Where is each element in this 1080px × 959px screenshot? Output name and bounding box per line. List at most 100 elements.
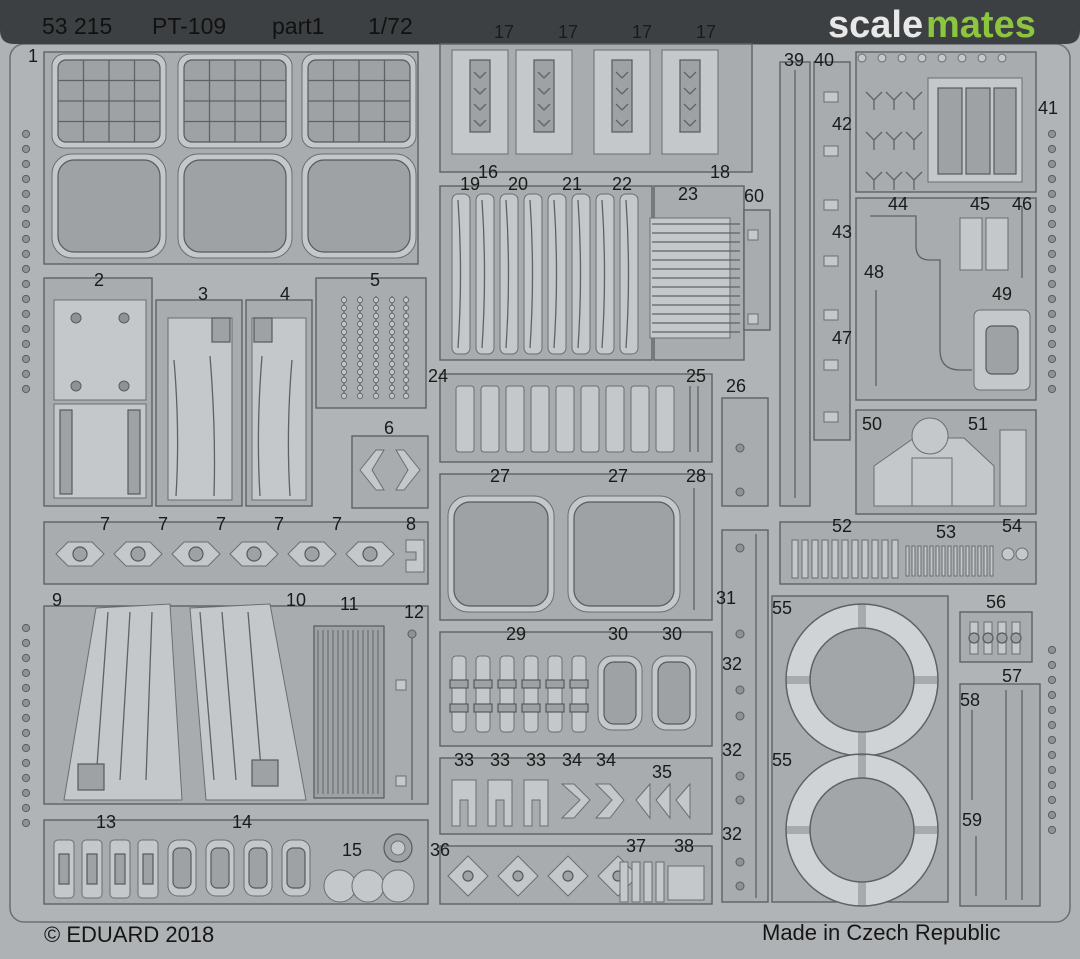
label-7c: 7 bbox=[216, 514, 226, 534]
part-55-life-rings bbox=[771, 595, 949, 907]
label-9: 9 bbox=[52, 590, 62, 610]
label-1: 1 bbox=[28, 46, 38, 66]
part-19-22-ribs bbox=[439, 185, 653, 361]
part-17-clips bbox=[439, 43, 753, 173]
part-13-14-15 bbox=[43, 819, 429, 905]
label-24: 24 bbox=[428, 366, 448, 386]
label-3: 3 bbox=[198, 284, 208, 304]
label-14: 14 bbox=[232, 812, 252, 832]
label-17c: 17 bbox=[632, 22, 652, 42]
label-38: 38 bbox=[674, 836, 694, 856]
part-36-38 bbox=[439, 845, 713, 905]
label-52: 52 bbox=[832, 516, 852, 536]
label-10: 10 bbox=[286, 590, 306, 610]
part-31-32-column bbox=[721, 529, 769, 903]
part-2-hatch bbox=[43, 277, 153, 507]
part-1-window-frames bbox=[43, 51, 419, 265]
label-60: 60 bbox=[744, 186, 764, 206]
label-7d: 7 bbox=[274, 514, 284, 534]
label-42: 42 bbox=[832, 114, 852, 134]
label-44: 44 bbox=[888, 194, 908, 214]
label-35: 35 bbox=[652, 762, 672, 782]
label-5: 5 bbox=[370, 270, 380, 290]
scale-label: 1/72 bbox=[368, 13, 413, 39]
photo-etch-fret: 53 215 PT-109 part1 1/72 scale mates 1 2… bbox=[0, 0, 1080, 959]
copyright-text: © EDUARD 2018 bbox=[44, 922, 214, 947]
label-49: 49 bbox=[992, 284, 1012, 304]
label-30b: 30 bbox=[662, 624, 682, 644]
label-32c: 32 bbox=[722, 824, 742, 844]
part-5-rails bbox=[315, 277, 427, 409]
watermark-mates: mates bbox=[926, 4, 1036, 46]
label-32a: 32 bbox=[722, 654, 742, 674]
label-28: 28 bbox=[686, 466, 706, 486]
label-55a: 55 bbox=[772, 598, 792, 618]
part-24-25-row bbox=[439, 373, 713, 463]
label-57: 57 bbox=[1002, 666, 1022, 686]
origin-text: Made in Czech Republic bbox=[762, 920, 1000, 945]
label-16: 16 bbox=[478, 162, 498, 182]
product-code: 53 215 bbox=[42, 13, 112, 39]
label-29: 29 bbox=[506, 624, 526, 644]
label-4: 4 bbox=[280, 284, 290, 304]
part-50-51 bbox=[855, 409, 1037, 515]
part-26-strip bbox=[721, 397, 769, 507]
label-17a: 17 bbox=[494, 22, 514, 42]
label-58: 58 bbox=[960, 690, 980, 710]
label-41: 41 bbox=[1038, 98, 1058, 118]
label-7a: 7 bbox=[100, 514, 110, 534]
label-59: 59 bbox=[962, 810, 982, 830]
label-15: 15 bbox=[342, 840, 362, 860]
label-7e: 7 bbox=[332, 514, 342, 534]
label-33b: 33 bbox=[490, 750, 510, 770]
label-34a: 34 bbox=[562, 750, 582, 770]
part-4-panel bbox=[245, 299, 313, 507]
part-6-brackets bbox=[351, 435, 429, 509]
label-6: 6 bbox=[384, 418, 394, 438]
part-56-59 bbox=[959, 611, 1041, 907]
label-8: 8 bbox=[406, 514, 416, 534]
part-27-windows bbox=[439, 473, 713, 621]
label-21: 21 bbox=[562, 174, 582, 194]
label-54: 54 bbox=[1002, 516, 1022, 536]
label-45: 45 bbox=[970, 194, 990, 214]
label-27b: 27 bbox=[608, 466, 628, 486]
label-31: 31 bbox=[716, 588, 736, 608]
label-47: 47 bbox=[832, 328, 852, 348]
label-23: 23 bbox=[678, 184, 698, 204]
label-51: 51 bbox=[968, 414, 988, 434]
label-50: 50 bbox=[862, 414, 882, 434]
part-3-panel bbox=[155, 299, 243, 507]
label-2: 2 bbox=[94, 270, 104, 290]
label-12: 12 bbox=[404, 602, 424, 622]
label-33c: 33 bbox=[526, 750, 546, 770]
label-40: 40 bbox=[814, 50, 834, 70]
label-55b: 55 bbox=[772, 750, 792, 770]
part-23-plate bbox=[649, 185, 745, 361]
label-56: 56 bbox=[986, 592, 1006, 612]
label-20: 20 bbox=[508, 174, 528, 194]
label-22: 22 bbox=[612, 174, 632, 194]
label-46: 46 bbox=[1012, 194, 1032, 214]
label-30a: 30 bbox=[608, 624, 628, 644]
label-48: 48 bbox=[864, 262, 884, 282]
label-25: 25 bbox=[686, 366, 706, 386]
label-43: 43 bbox=[832, 222, 852, 242]
label-37: 37 bbox=[626, 836, 646, 856]
label-17b: 17 bbox=[558, 22, 578, 42]
watermark-scale: scale bbox=[828, 4, 923, 46]
part-41-area bbox=[855, 51, 1037, 193]
part-11-grille bbox=[313, 625, 385, 799]
label-27a: 27 bbox=[490, 466, 510, 486]
label-32b: 32 bbox=[722, 740, 742, 760]
label-18: 18 bbox=[710, 162, 730, 182]
label-7b: 7 bbox=[158, 514, 168, 534]
label-19: 19 bbox=[460, 174, 480, 194]
subject-name: PT-109 bbox=[152, 13, 226, 39]
label-34b: 34 bbox=[596, 750, 616, 770]
label-13: 13 bbox=[96, 812, 116, 832]
label-39: 39 bbox=[784, 50, 804, 70]
part-52-54-strip bbox=[779, 521, 1037, 585]
part-label: part1 bbox=[272, 13, 324, 39]
part-60-strip bbox=[743, 209, 771, 331]
